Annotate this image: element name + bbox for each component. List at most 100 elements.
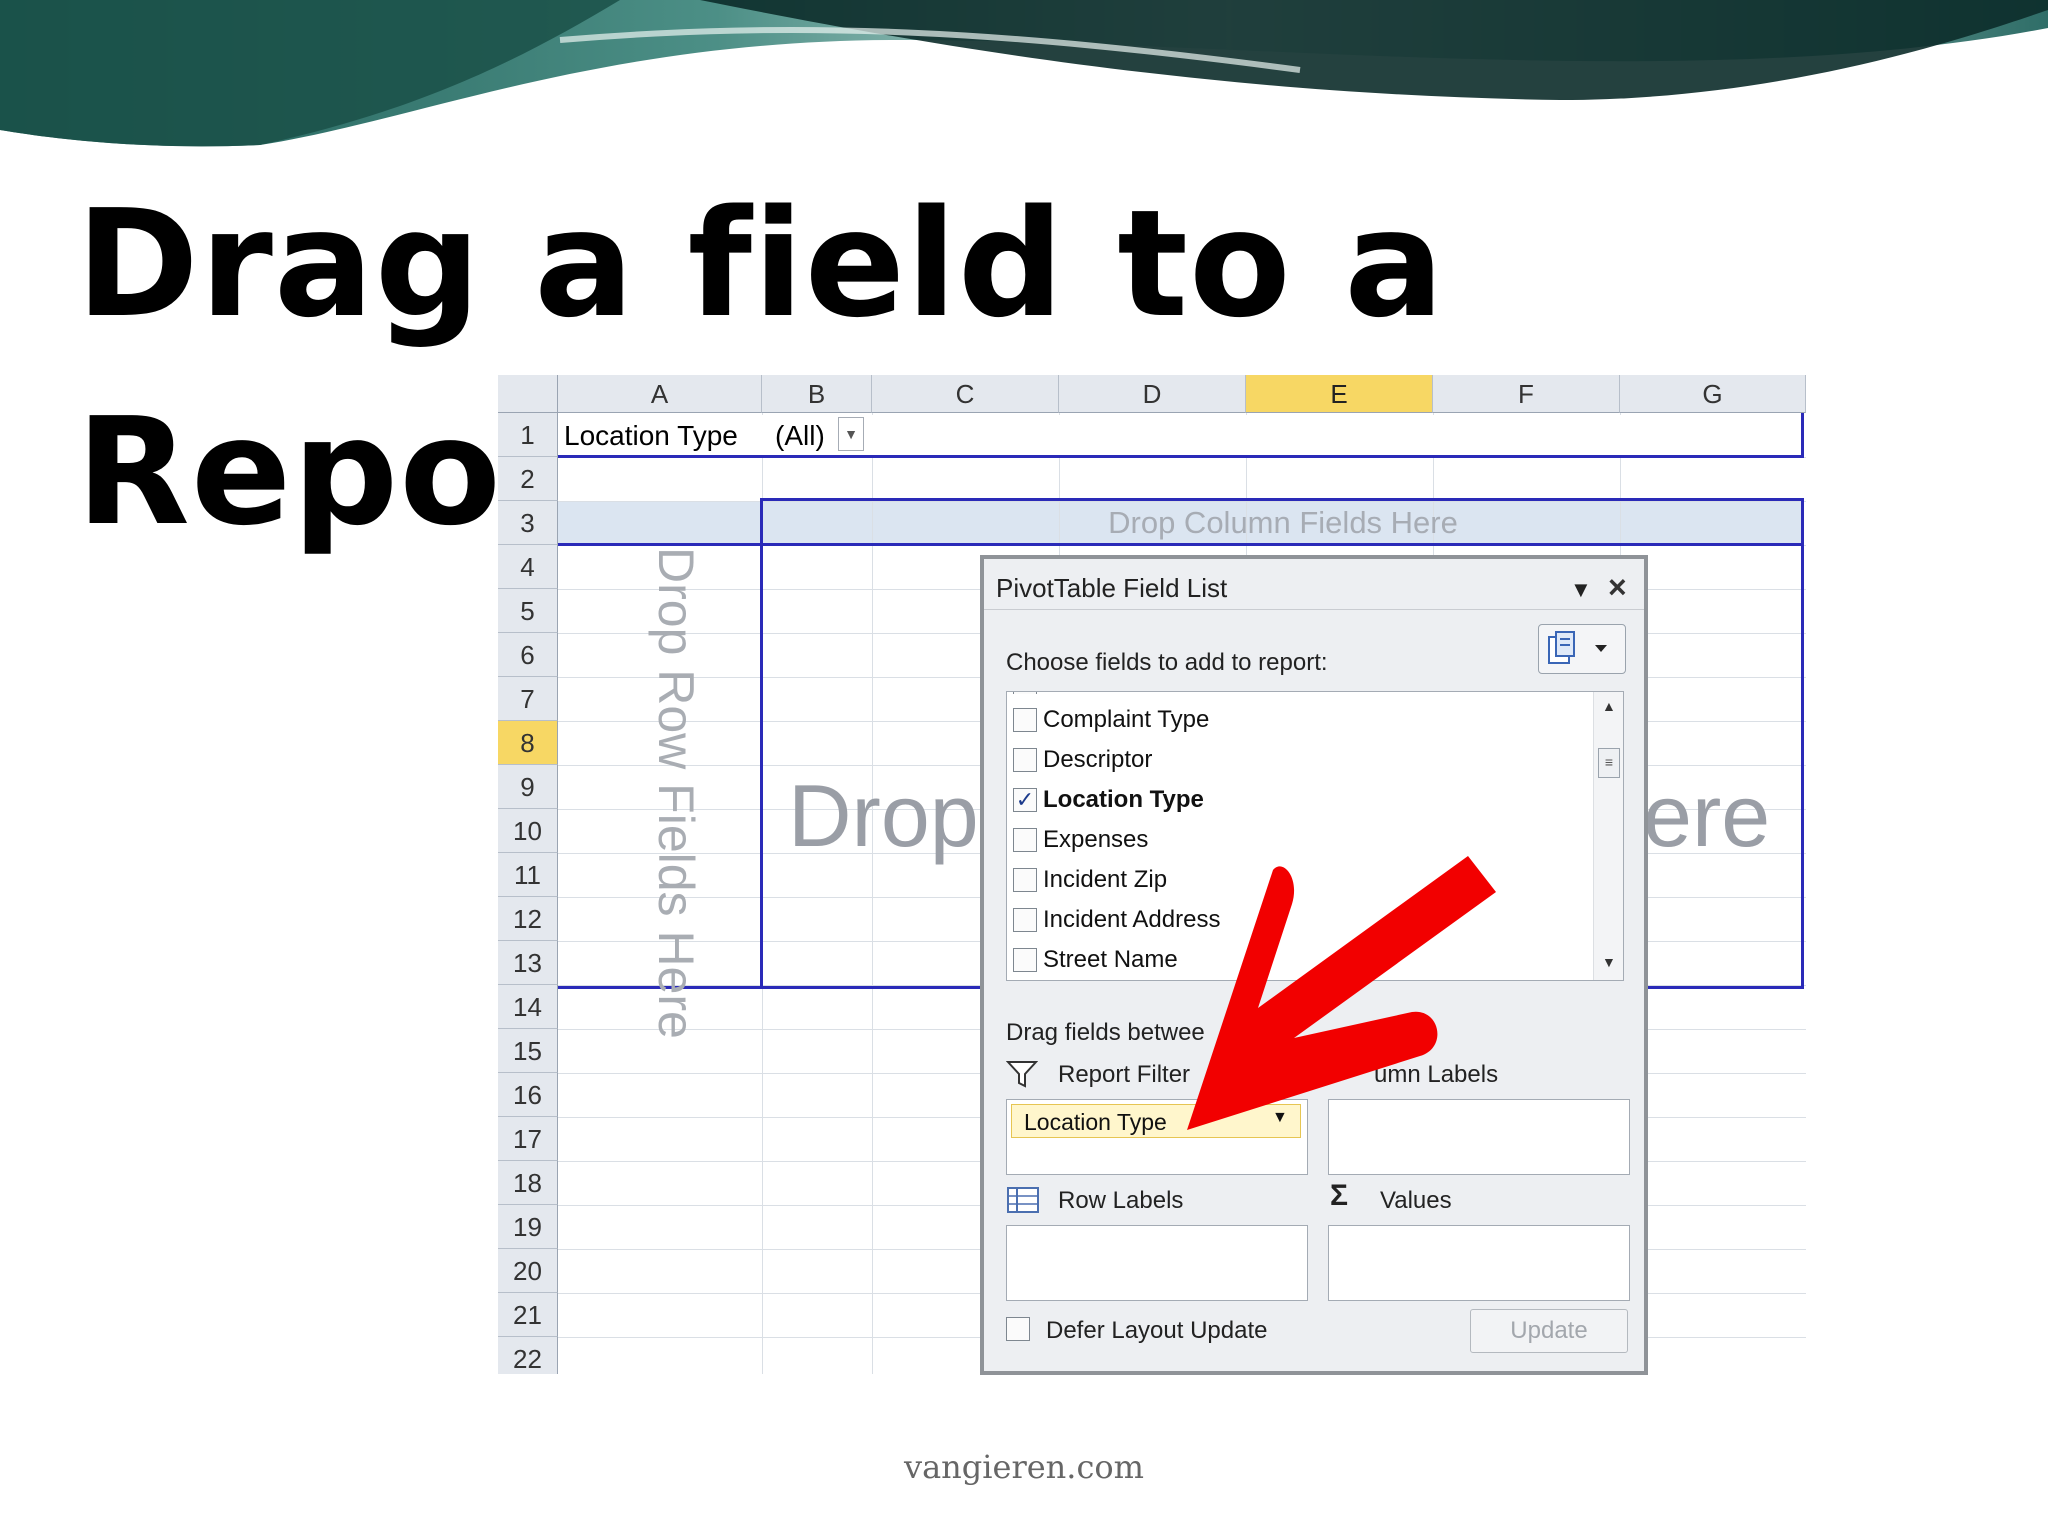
field-checkbox[interactable] <box>1013 828 1037 852</box>
row-header[interactable]: 18 <box>498 1161 558 1205</box>
row-header[interactable]: 11 <box>498 853 558 897</box>
pivot-border <box>558 455 1804 458</box>
column-labels-label: umn Labels <box>1374 1061 1499 1088</box>
row-header[interactable]: 10 <box>498 809 558 853</box>
field-label: Street Name <box>1043 946 1178 973</box>
column-header-d[interactable]: D <box>1059 375 1246 413</box>
field-checkbox[interactable] <box>1013 748 1037 772</box>
row-labels-zone[interactable] <box>1006 1225 1308 1301</box>
layout-options-button[interactable] <box>1538 624 1626 674</box>
drop-data-text-right: ere <box>1643 766 1771 865</box>
filter-field-value[interactable]: (All) <box>775 415 825 457</box>
sigma-icon: Σ <box>1330 1179 1349 1212</box>
pivottable-field-list-pane: PivotTable Field List ▼ × Choose fields … <box>980 555 1648 1375</box>
column-header-c[interactable]: C <box>872 375 1059 413</box>
row-header[interactable]: 7 <box>498 677 558 721</box>
footer-url: vangieren.com <box>904 1448 1144 1486</box>
scroll-thumb[interactable]: ≡ <box>1598 748 1620 778</box>
pivot-border <box>1801 413 1804 458</box>
update-button[interactable]: Update <box>1470 1309 1628 1353</box>
column-header-e[interactable]: E <box>1246 375 1433 413</box>
defer-layout-checkbox[interactable] <box>1006 1317 1030 1341</box>
row-header[interactable]: 5 <box>498 589 558 633</box>
row-header[interactable]: 20 <box>498 1249 558 1293</box>
field-item-expenses[interactable]: Expenses <box>1013 820 1573 860</box>
choose-fields-label: Choose fields to add to report: <box>1006 649 1328 676</box>
field-layout-icon <box>1548 631 1607 664</box>
field-label: Location Type <box>1043 786 1204 813</box>
field-item-complaint-type[interactable]: Complaint Type <box>1013 700 1573 740</box>
field-checkbox-checked[interactable]: ✓ <box>1013 788 1037 812</box>
drop-row-fields-zone[interactable]: Drop Row Fields Here <box>648 547 704 1105</box>
field-checkbox[interactable] <box>1013 908 1037 932</box>
field-label: Complaint Type <box>1043 706 1210 733</box>
row-header[interactable]: 13 <box>498 941 558 985</box>
row-header[interactable]: 14 <box>498 985 558 1029</box>
column-header-b[interactable]: B <box>762 375 872 413</box>
row-header[interactable]: 1 <box>498 413 558 457</box>
row-header[interactable]: 22 <box>498 1337 558 1374</box>
select-all-corner[interactable] <box>498 375 558 413</box>
row-labels-label: Row Labels <box>1058 1187 1184 1214</box>
filter-dropdown-button[interactable]: ▼ <box>838 417 864 451</box>
scroll-up-icon[interactable]: ▲ <box>1602 698 1616 714</box>
chevron-down-icon[interactable]: ▼ <box>1272 1109 1288 1127</box>
field-label: Incident Address <box>1043 906 1221 933</box>
row-labels-icon <box>1007 1187 1039 1213</box>
pane-menu-icon[interactable]: ▼ <box>1570 577 1592 603</box>
field-item-street-name[interactable]: Street Name <box>1013 940 1573 980</box>
field-checkbox[interactable] <box>1013 708 1037 732</box>
pane-title: PivotTable Field List <box>996 573 1228 603</box>
values-zone[interactable] <box>1328 1225 1630 1301</box>
chip-label: Location Type <box>1024 1109 1167 1135</box>
field-checkbox[interactable] <box>1013 868 1037 892</box>
column-labels-zone[interactable] <box>1328 1099 1630 1175</box>
field-checkbox[interactable] <box>1013 692 1037 694</box>
filter-field-label[interactable]: Location Type <box>564 415 738 457</box>
drop-column-fields-zone[interactable]: Drop Column Fields Here <box>762 501 1804 545</box>
report-filter-zone[interactable]: Location Type ▼ <box>1006 1099 1308 1175</box>
row-header[interactable]: 4 <box>498 545 558 589</box>
row-header[interactable]: 15 <box>498 1029 558 1073</box>
partial-hidden-field <box>1013 692 1573 694</box>
field-label: Descriptor <box>1043 746 1153 773</box>
row-header[interactable]: 12 <box>498 897 558 941</box>
divider <box>984 609 1644 610</box>
defer-layout-label: Defer Layout Update <box>1046 1317 1268 1344</box>
row-header[interactable]: 6 <box>498 633 558 677</box>
values-label: Values <box>1380 1187 1452 1214</box>
vertical-scrollbar[interactable]: ▲ ≡ ▼ <box>1593 692 1623 980</box>
field-item-incident-address[interactable]: Incident Address <box>1013 900 1573 940</box>
decorative-banner <box>0 0 2048 150</box>
field-item-location-type[interactable]: ✓ Location Type <box>1013 780 1573 820</box>
report-filter-label: Report Filter <box>1058 1061 1191 1088</box>
scroll-down-icon[interactable]: ▼ <box>1602 954 1616 970</box>
field-item-incident-zip[interactable]: Incident Zip <box>1013 860 1573 900</box>
row-header[interactable]: 3 <box>498 501 558 545</box>
field-label: Incident Zip <box>1043 866 1168 893</box>
column-header-a[interactable]: A <box>558 375 762 413</box>
pivot-border <box>1801 498 1804 989</box>
row-header[interactable]: 16 <box>498 1073 558 1117</box>
row-header[interactable]: 2 <box>498 457 558 501</box>
row-header-selected[interactable]: 8 <box>498 721 558 765</box>
field-checkbox[interactable] <box>1013 948 1037 972</box>
pivot-border <box>760 498 763 989</box>
column-header-g[interactable]: G <box>1620 375 1806 413</box>
chevron-down-icon: ▼ <box>844 426 858 442</box>
field-item-descriptor[interactable]: Descriptor <box>1013 740 1573 780</box>
drag-fields-instruction: Drag fields betwee <box>1006 1019 1205 1046</box>
row-header[interactable]: 21 <box>498 1293 558 1337</box>
filter-row-background <box>560 415 1804 457</box>
drop-data-text-left: Drop <box>788 766 979 865</box>
field-label: Expenses <box>1043 826 1149 853</box>
column-header-f[interactable]: F <box>1433 375 1620 413</box>
gridline <box>872 413 873 1374</box>
field-list-box: Complaint Type Descriptor ✓ Location Typ… <box>1006 691 1624 981</box>
row-header[interactable]: 9 <box>498 765 558 809</box>
row-header[interactable]: 17 <box>498 1117 558 1161</box>
row-header[interactable]: 19 <box>498 1205 558 1249</box>
filter-icon <box>1006 1061 1038 1088</box>
close-icon[interactable]: × <box>1608 569 1627 606</box>
report-filter-field-chip[interactable]: Location Type ▼ <box>1011 1104 1301 1138</box>
